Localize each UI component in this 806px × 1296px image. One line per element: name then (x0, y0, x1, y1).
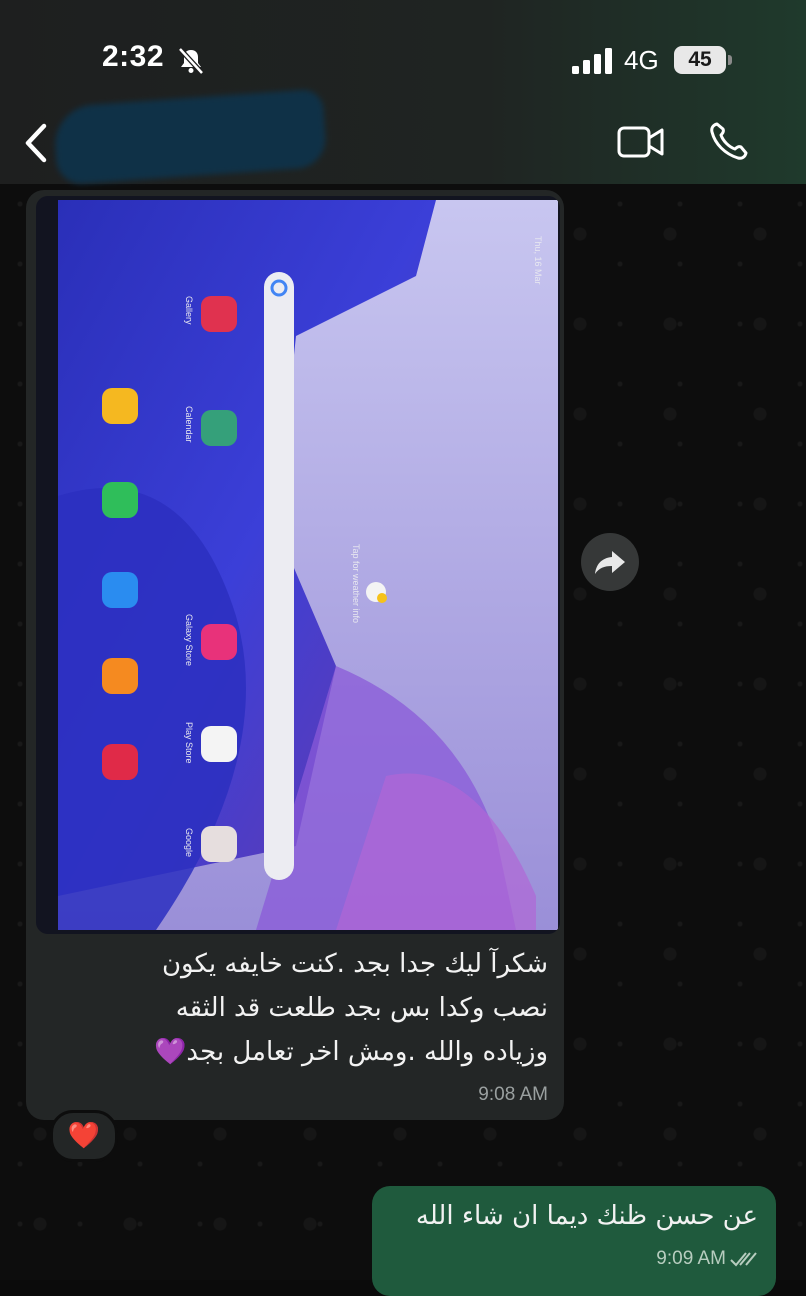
battery-cap (728, 55, 732, 65)
tablet-app-label: Galaxy Store (184, 614, 194, 667)
tablet-date: Thu, 16 Mar (533, 236, 543, 285)
message-line: نصب وكدا بس بجد طلعت قد الثقه (175, 993, 548, 1023)
battery-indicator: 45 (674, 46, 726, 74)
tablet-weather-hint: Tap for weather info (351, 544, 361, 624)
tablet-app-label: Google (184, 828, 194, 858)
bell-muted-icon (178, 47, 204, 75)
voice-call-button[interactable] (708, 120, 750, 162)
outgoing-message-text: عن حسن ظنك ديما ان شاء الله (415, 1201, 758, 1231)
back-button[interactable] (20, 120, 54, 166)
signal-icon (572, 48, 612, 74)
video-call-button[interactable] (616, 122, 666, 162)
forward-button[interactable] (581, 533, 639, 591)
message-line: وزياده والله .ومش اخر تعامل بجد💜 (154, 1037, 548, 1067)
forward-icon (595, 551, 625, 574)
incoming-message-time: 9:08 AM (478, 1084, 548, 1105)
tablet-app-label: Play Store (184, 722, 194, 764)
heart-reaction[interactable]: ❤️ (50, 1110, 118, 1162)
tablet-screenshot-image (36, 196, 560, 934)
network-type: 4G (624, 45, 659, 75)
tablet-app-label: Calendar (184, 406, 194, 443)
read-receipt-icon (730, 1252, 757, 1267)
tablet-app-label: Gallery (184, 296, 194, 325)
incoming-message-text: شكرآ ليك جدا بجد .كنت خايفه يكون نصب وكد… (40, 942, 548, 1074)
message-photo[interactable]: Gallery Calendar Galaxy Store Play Store… (36, 196, 560, 934)
message-line: شكرآ ليك جدا بجد .كنت خايفه يكون (161, 949, 548, 979)
status-time: 2:32 (102, 40, 165, 73)
outgoing-message-time: 9:09 AM (656, 1248, 726, 1269)
